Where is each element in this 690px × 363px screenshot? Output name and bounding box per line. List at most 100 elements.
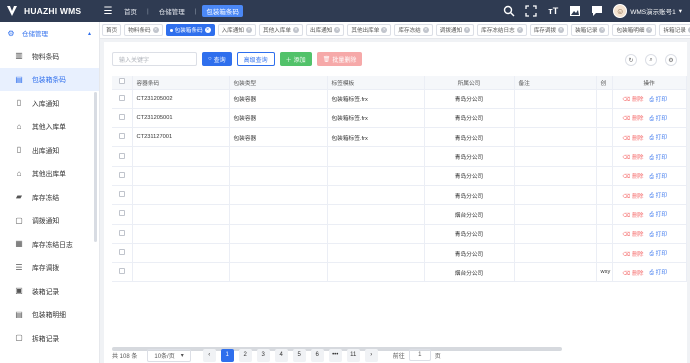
tab[interactable]: 首页 — [102, 24, 122, 36]
close-icon[interactable]: × — [646, 27, 653, 33]
close-icon[interactable]: × — [334, 27, 341, 33]
page-number-button[interactable]: 1 — [220, 348, 234, 362]
row-checkbox[interactable] — [118, 210, 125, 217]
next-page-button[interactable]: › — [364, 348, 378, 362]
close-icon[interactable]: × — [599, 27, 606, 33]
goto-page-input[interactable]: 1 — [408, 349, 431, 361]
table-row[interactable]: 烟台分公司 wsy ⌫ 删除 ⎙ 打印 — [112, 262, 687, 283]
search-input[interactable]: 输入关键字 — [112, 52, 197, 66]
row-checkbox[interactable] — [118, 113, 125, 120]
column-header-company[interactable]: 所属公司 — [424, 76, 515, 90]
user-menu[interactable]: ☺ WMS演示账号1 ▾ — [613, 4, 682, 18]
search-icon[interactable] — [503, 5, 515, 17]
column-header-remark[interactable]: 备注 — [514, 76, 597, 90]
close-icon[interactable]: × — [422, 27, 429, 33]
tab[interactable]: 包装箱明细 × — [612, 24, 657, 36]
query-button[interactable]: ○ 查询 — [202, 52, 232, 66]
delete-link[interactable]: ⌫ 删除 — [623, 94, 644, 103]
row-checkbox[interactable] — [118, 268, 125, 275]
close-icon[interactable]: × — [516, 27, 523, 33]
breadcrumb-warehouse[interactable]: 仓储管理 — [155, 5, 189, 17]
print-link[interactable]: ⎙ 打印 — [650, 229, 668, 239]
tab[interactable]: 库存冻结 × — [394, 24, 433, 36]
close-icon[interactable]: × — [464, 27, 471, 33]
table-row[interactable]: 青岛分公司 ⌫ 删除 ⎙ 打印 — [112, 166, 687, 186]
select-all-checkbox[interactable] — [118, 78, 125, 85]
close-icon[interactable]: × — [245, 27, 252, 33]
close-icon[interactable]: × — [381, 27, 388, 33]
column-header-type[interactable]: 包装类型 — [229, 76, 328, 90]
delete-link[interactable]: ⌫ 删除 — [623, 229, 644, 238]
sidebar-item[interactable]: ▯ 入库通知 — [0, 91, 99, 115]
tab[interactable]: 包装箱条码 × — [165, 24, 215, 36]
font-size-icon[interactable]: ᴛT — [547, 5, 559, 17]
sidebar-item[interactable]: ▦ 库存冻结日志 — [0, 232, 99, 256]
sidebar-item[interactable]: ⌂ 其他入库单 — [0, 115, 99, 139]
sidebar-item[interactable]: ▢ 拆箱记录 — [0, 326, 99, 350]
tab[interactable]: 装箱记录 × — [571, 24, 610, 36]
print-link[interactable]: ⎙ 打印 — [650, 132, 668, 142]
delete-link[interactable]: ⌫ 删除 — [623, 133, 644, 142]
sidebar-item[interactable]: ▥ 物料条码 — [0, 44, 99, 68]
sidebar-item[interactable]: ⌂ 其他出库单 — [0, 162, 99, 186]
table-row[interactable]: 青岛分公司 ⌫ 删除 ⎙ 打印 — [112, 224, 687, 244]
delete-link[interactable]: ⌫ 删除 — [623, 268, 644, 277]
search-toggle-icon[interactable]: ⌕ — [645, 54, 657, 66]
table-row[interactable]: CT231205001 包装容器 包装箱标签.frx 青岛分公司 ⌫ 删除 ⎙ 打印 — [112, 108, 687, 129]
column-header-template[interactable]: 标签模板 — [327, 76, 425, 90]
delete-link[interactable]: ⌫ 删除 — [623, 171, 644, 180]
row-checkbox[interactable] — [118, 133, 125, 140]
sidebar-item[interactable]: ▤ 包装箱明细 — [0, 303, 99, 327]
table-row[interactable]: 青岛分公司 ⌫ 删除 ⎙ 打印 — [112, 185, 687, 206]
table-row[interactable]: 烟台分公司 ⌫ 删除 ⎙ 打印 — [112, 204, 687, 225]
add-button[interactable]: ＋ 添加 — [279, 52, 312, 66]
delete-link[interactable]: ⌫ 删除 — [623, 191, 644, 200]
print-link[interactable]: ⎙ 打印 — [650, 209, 668, 219]
tab[interactable]: 库存冻结日志 × — [477, 24, 527, 36]
close-icon[interactable]: × — [292, 27, 299, 33]
column-header-code[interactable]: 容器条码 — [132, 76, 230, 90]
page-number-button[interactable]: ••• — [328, 348, 342, 362]
row-checkbox[interactable] — [118, 249, 125, 256]
tab[interactable]: 其他入库单 × — [258, 24, 303, 36]
batch-delete-button[interactable]: 🗑 批量删除 — [316, 52, 363, 66]
page-size-select[interactable]: 10条/页 ▾ — [147, 348, 191, 362]
print-link[interactable]: ⎙ 打印 — [650, 248, 668, 258]
page-number-button[interactable]: 6 — [310, 348, 324, 362]
row-checkbox[interactable] — [118, 229, 125, 236]
tab[interactable]: 库存调拨 × — [529, 24, 569, 36]
close-icon[interactable]: × — [558, 27, 565, 33]
page-number-button[interactable]: 5 — [292, 348, 306, 362]
sidebar-scrollbar[interactable] — [94, 92, 97, 242]
sidebar-item[interactable]: ▤ 包装箱条码 — [0, 67, 99, 91]
refresh-icon[interactable]: ↻ — [625, 54, 637, 66]
delete-link[interactable]: ⌫ 删除 — [623, 152, 644, 161]
row-checkbox[interactable] — [118, 171, 125, 178]
tab[interactable]: 物料条码 × — [124, 24, 163, 36]
print-link[interactable]: ⎙ 打印 — [650, 152, 668, 162]
breadcrumb-home[interactable]: 首页 — [120, 5, 141, 17]
delete-link[interactable]: ⌫ 删除 — [623, 210, 644, 219]
app-logo[interactable]: HUAZHI WMS — [0, 5, 100, 17]
sidebar-item[interactable]: ☰ 库存调拨 — [0, 256, 99, 280]
message-icon[interactable] — [591, 5, 603, 17]
delete-link[interactable]: ⌫ 删除 — [623, 113, 644, 122]
sidebar-item[interactable]: ▯ 出库通知 — [0, 138, 99, 162]
close-icon[interactable]: × — [204, 27, 211, 33]
row-checkbox[interactable] — [118, 94, 125, 101]
page-number-button[interactable]: 2 — [238, 348, 252, 362]
sidebar-item[interactable]: ▰ 库存冻结 — [0, 185, 99, 209]
print-link[interactable]: ⎙ 打印 — [650, 94, 668, 104]
print-link[interactable]: ⎙ 打印 — [650, 113, 668, 123]
row-checkbox[interactable] — [118, 152, 125, 159]
sidebar-item[interactable]: ▢ 调拨通知 — [0, 209, 99, 233]
sidebar-item[interactable]: ▣ 装箱记录 — [0, 279, 99, 303]
close-icon[interactable]: × — [152, 27, 159, 33]
tab[interactable]: 其他出库单 × — [347, 24, 392, 36]
print-link[interactable]: ⎙ 打印 — [650, 171, 668, 181]
table-row[interactable]: CT231205002 包装容器 包装箱标签.frx 青岛分公司 ⌫ 删除 ⎙ 打印 — [112, 89, 687, 109]
tab[interactable]: 拆箱记录× — [659, 24, 690, 36]
column-settings-icon[interactable]: ⚙ — [665, 54, 677, 66]
image-icon[interactable] — [569, 5, 581, 17]
tab[interactable]: 出库通知 × — [305, 24, 345, 36]
